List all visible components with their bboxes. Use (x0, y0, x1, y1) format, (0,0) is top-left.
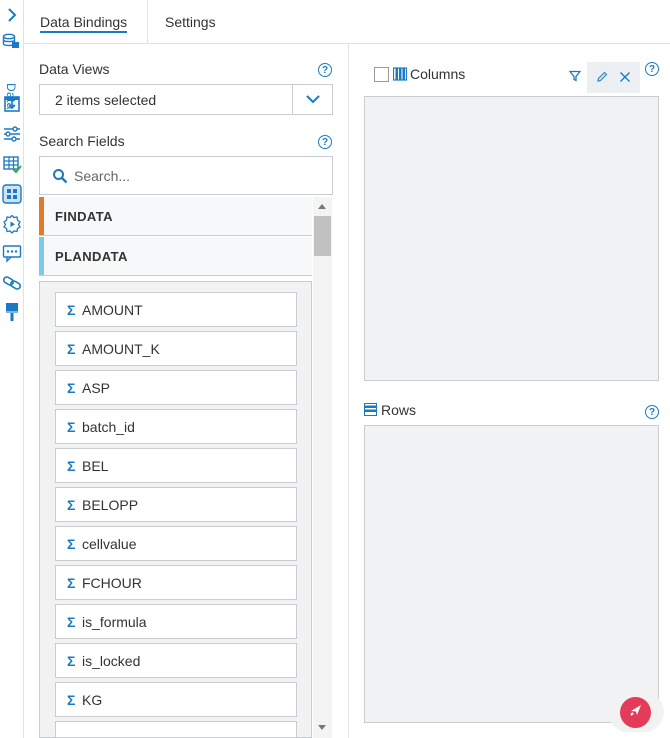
sigma-icon: Σ (67, 575, 76, 591)
field-name: cellvalue (82, 536, 137, 552)
rail-data-tab[interactable]: Data (1, 33, 23, 110)
field-item-belopp[interactable]: Σ BELOPP (55, 487, 297, 522)
sigma-icon: Σ (67, 380, 76, 396)
field-item-amount[interactable]: Σ AMOUNT (55, 292, 297, 327)
search-fields-label: Search Fields (39, 133, 125, 149)
columns-toolbar (565, 62, 640, 93)
scrollbar-thumb[interactable] (314, 216, 331, 256)
tab-bar: Data Bindings Settings (24, 0, 670, 44)
floating-action-button[interactable] (608, 692, 664, 732)
arrow-up-right-icon (628, 702, 644, 723)
dropdown-toggle-button[interactable] (292, 85, 332, 114)
sigma-icon: Σ (67, 341, 76, 357)
rows-label: Rows (381, 402, 417, 418)
rows-icon (364, 403, 377, 416)
sigma-icon: Σ (67, 497, 76, 513)
comment-icon[interactable] (2, 243, 22, 263)
brush-icon[interactable] (2, 302, 22, 322)
field-name: ASP (82, 380, 111, 396)
sigma-icon: Σ (67, 536, 76, 552)
close-icon[interactable] (618, 70, 632, 84)
field-item-partial[interactable] (55, 721, 297, 737)
fab-circle[interactable] (620, 697, 651, 728)
grid-icon[interactable] (2, 184, 22, 204)
active-tab-underline (40, 31, 128, 33)
columns-checkbox[interactable] (374, 67, 389, 82)
field-list: Σ AMOUNT Σ AMOUNT_K Σ ASP Σbatch_id Σ BEL ΣB… (39, 281, 312, 738)
tab-data-bindings[interactable]: Data Bindings (40, 0, 128, 44)
field-item-bel[interactable]: Σ BEL (55, 448, 297, 483)
field-item-cellvalue[interactable]: Σcellvalue (55, 526, 297, 561)
sigma-icon: Σ (67, 692, 76, 708)
field-item-is-formula[interactable]: Σis_formula (55, 604, 297, 639)
table-check-icon[interactable] (2, 154, 22, 174)
filter-button[interactable] (565, 62, 585, 93)
field-name: BEL (82, 458, 109, 474)
field-name: batch_id (82, 419, 135, 435)
bindings-drop-panel: Columns ? Rows ? (349, 44, 670, 738)
help-icon[interactable]: ? (645, 405, 659, 419)
chevron-right-icon[interactable] (4, 6, 20, 24)
sigma-icon: Σ (67, 458, 76, 474)
field-name: BELOPP (82, 497, 139, 513)
field-item-fchour[interactable]: Σ FCHOUR (55, 565, 297, 600)
columns-drop-zone[interactable] (364, 96, 659, 381)
columns-icon (392, 67, 408, 81)
data-views-value: 2 items selected (55, 92, 157, 108)
dataset-color-bar (39, 237, 44, 275)
field-name: AMOUNT_K (82, 341, 160, 357)
data-views-label: Data Views (39, 61, 110, 77)
field-name: is_formula (82, 614, 147, 630)
tab-settings-label: Settings (165, 14, 216, 30)
edit-remove-group (587, 62, 640, 93)
import-icon[interactable] (2, 94, 22, 114)
dataset-color-bar (39, 197, 44, 235)
help-icon[interactable]: ? (318, 63, 332, 77)
field-item-amount-k[interactable]: Σ AMOUNT_K (55, 331, 297, 366)
field-name: KG (82, 692, 103, 708)
field-name: AMOUNT (82, 302, 143, 318)
data-bindings-panel: Data Views ? 2 items selected Search Fie… (24, 44, 349, 738)
columns-label: Columns (410, 66, 466, 82)
gear-play-icon[interactable] (2, 214, 22, 234)
help-icon[interactable]: ? (318, 135, 332, 149)
scroll-up-arrow[interactable] (318, 204, 326, 209)
link-icon[interactable] (2, 273, 22, 293)
dataset-header-plandata[interactable]: PLANDATA (39, 237, 312, 276)
side-rail: Data (0, 0, 24, 738)
field-item-kg[interactable]: Σ KG (55, 682, 297, 717)
field-item-asp[interactable]: Σ ASP (55, 370, 297, 405)
tab-data-bindings-label: Data Bindings (40, 14, 128, 30)
chevron-down-icon (305, 91, 321, 109)
pencil-icon[interactable] (595, 70, 609, 84)
dataset-header-findata[interactable]: FINDATA (39, 197, 312, 236)
help-icon[interactable]: ? (645, 62, 659, 76)
field-item-is-locked[interactable]: Σis_locked (55, 643, 297, 678)
field-name: is_locked (82, 653, 141, 669)
field-item-batch-id[interactable]: Σbatch_id (55, 409, 297, 444)
data-views-dropdown[interactable]: 2 items selected (39, 84, 333, 115)
field-name: FCHOUR (82, 575, 142, 591)
tab-settings[interactable]: Settings (165, 0, 216, 44)
rows-drop-zone[interactable] (364, 425, 659, 723)
search-box (39, 156, 333, 195)
search-icon (52, 168, 68, 184)
dataset-name: PLANDATA (55, 249, 128, 264)
tab-divider (147, 0, 148, 44)
field-list-scrollbar[interactable] (313, 197, 332, 738)
scroll-down-arrow[interactable] (318, 725, 326, 730)
sigma-icon: Σ (67, 302, 76, 318)
search-input[interactable] (74, 166, 324, 186)
sigma-icon: Σ (67, 419, 76, 435)
sliders-icon[interactable] (2, 124, 22, 144)
dataset-name: FINDATA (55, 209, 113, 224)
filter-icon (568, 69, 582, 87)
sigma-icon: Σ (67, 614, 76, 630)
sigma-icon: Σ (67, 653, 76, 669)
